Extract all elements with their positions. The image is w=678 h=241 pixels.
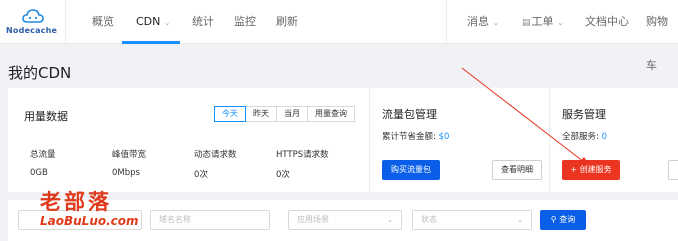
nav-cdn[interactable]: CDN ⌄ xyxy=(136,0,170,44)
ticket-icon: ▤ xyxy=(522,18,531,28)
nav-docs[interactable]: 文档中心 xyxy=(585,0,629,44)
nav-tickets-label: 工单 xyxy=(531,15,554,28)
chevron-down-icon: ⌄ xyxy=(493,19,499,27)
page-title: 我的CDN xyxy=(8,64,72,82)
nav-divider xyxy=(446,0,447,44)
nav-cart-label: 购物车 xyxy=(646,15,668,72)
search-icon: ⚲ xyxy=(550,215,557,224)
savings-value: $0 xyxy=(438,132,450,142)
stat-https-requests-label: HTTPS请求数 xyxy=(276,150,329,160)
scene-select[interactable]: 应用场景 ⌄ xyxy=(288,210,402,230)
status-select[interactable]: 状态 ⌄ xyxy=(412,210,532,230)
range-month-button[interactable]: 当月 xyxy=(276,106,308,122)
service-card-title: 服务管理 xyxy=(562,108,606,121)
stat-peak-bandwidth-label: 峰值带宽 xyxy=(112,150,147,160)
scene-placeholder: 应用场景 xyxy=(297,215,329,224)
nav-statistics-label: 统计 xyxy=(192,15,214,28)
watermark-en: LaoBuLuo.com xyxy=(40,214,139,228)
nav-messages-label: 消息 xyxy=(467,15,489,28)
total-services-text: 全部服务: 0 xyxy=(562,130,607,142)
range-selector: 今天 昨天 当月 用量查询 xyxy=(214,106,355,122)
overview-panel: 用量数据 今天 昨天 当月 用量查询 总流量 0GB 峰值带宽 0Mbps 动态… xyxy=(8,88,678,192)
nav-cart[interactable]: 购物车 xyxy=(646,0,678,72)
chevron-down-icon: ⌄ xyxy=(387,216,393,224)
nav-monitor-label: 监控 xyxy=(234,15,256,28)
nav-active-indicator xyxy=(122,41,180,44)
stat-dynamic-requests-value: 0次 xyxy=(194,170,208,180)
range-today-button[interactable]: 今天 xyxy=(214,106,246,122)
stat-total-traffic-value: 0GB xyxy=(30,168,48,178)
partial-button[interactable] xyxy=(668,160,678,180)
domain-search-input[interactable]: 域名名称 xyxy=(150,210,270,230)
stat-total-traffic-label: 总流量 xyxy=(30,150,56,160)
total-services-label: 全部服务: xyxy=(562,132,599,142)
brand-logo[interactable]: Nodecache xyxy=(0,0,66,44)
chevron-down-icon: ⌄ xyxy=(164,19,171,27)
usage-card-title: 用量数据 xyxy=(24,110,68,123)
watermark-cn: 老部落 xyxy=(40,190,112,214)
stat-https-requests-value: 0次 xyxy=(276,170,290,180)
nav-overview-label: 概览 xyxy=(92,15,114,28)
search-button-label: 查询 xyxy=(559,215,576,224)
create-service-button[interactable]: + 创建服务 xyxy=(562,160,620,180)
status-placeholder: 状态 xyxy=(421,215,437,224)
domain-placeholder: 域名名称 xyxy=(159,215,191,224)
nav-cdn-label: CDN xyxy=(136,15,161,28)
nav-refresh-label: 刷新 xyxy=(276,15,298,28)
nav-docs-label: 文档中心 xyxy=(585,15,629,28)
range-yesterday-button[interactable]: 昨天 xyxy=(245,106,277,122)
nav-overview[interactable]: 概览 xyxy=(92,0,114,44)
nav-statistics[interactable]: 统计 xyxy=(192,0,214,44)
nav-refresh[interactable]: 刷新 xyxy=(276,0,298,44)
traffic-pack-title: 流量包管理 xyxy=(382,108,437,121)
nav-messages[interactable]: 消息 ⌄ xyxy=(467,0,499,44)
view-details-button[interactable]: 查看明细 xyxy=(492,160,542,180)
total-services-value: 0 xyxy=(601,132,607,142)
cloud-logo-icon xyxy=(22,9,44,23)
savings-label: 累计节省金额: xyxy=(382,132,436,142)
card-divider xyxy=(549,88,550,192)
stat-peak-bandwidth-value: 0Mbps xyxy=(112,168,140,178)
card-divider xyxy=(369,88,370,192)
search-button[interactable]: ⚲ 查询 xyxy=(540,210,586,230)
chevron-down-icon: ⌄ xyxy=(517,216,523,224)
buy-traffic-pack-button[interactable]: 购买流量包 xyxy=(382,160,440,180)
watermark: 老部落 LaoBuLuo.com xyxy=(40,186,139,228)
stat-dynamic-requests-label: 动态请求数 xyxy=(194,150,237,160)
chevron-down-icon: ⌄ xyxy=(557,19,564,27)
savings-text: 累计节省金额: $0 xyxy=(382,130,449,142)
nav-monitor[interactable]: 监控 xyxy=(234,0,256,44)
usage-query-button[interactable]: 用量查询 xyxy=(307,106,355,122)
nav-tickets[interactable]: ▤工单 ⌄ xyxy=(522,0,563,44)
top-navbar: Nodecache 概览 CDN ⌄ 统计 监控 刷新 消息 ⌄ ▤工单 ⌄ 文档中心… xyxy=(0,0,678,72)
brand-name: Nodecache xyxy=(6,26,58,35)
